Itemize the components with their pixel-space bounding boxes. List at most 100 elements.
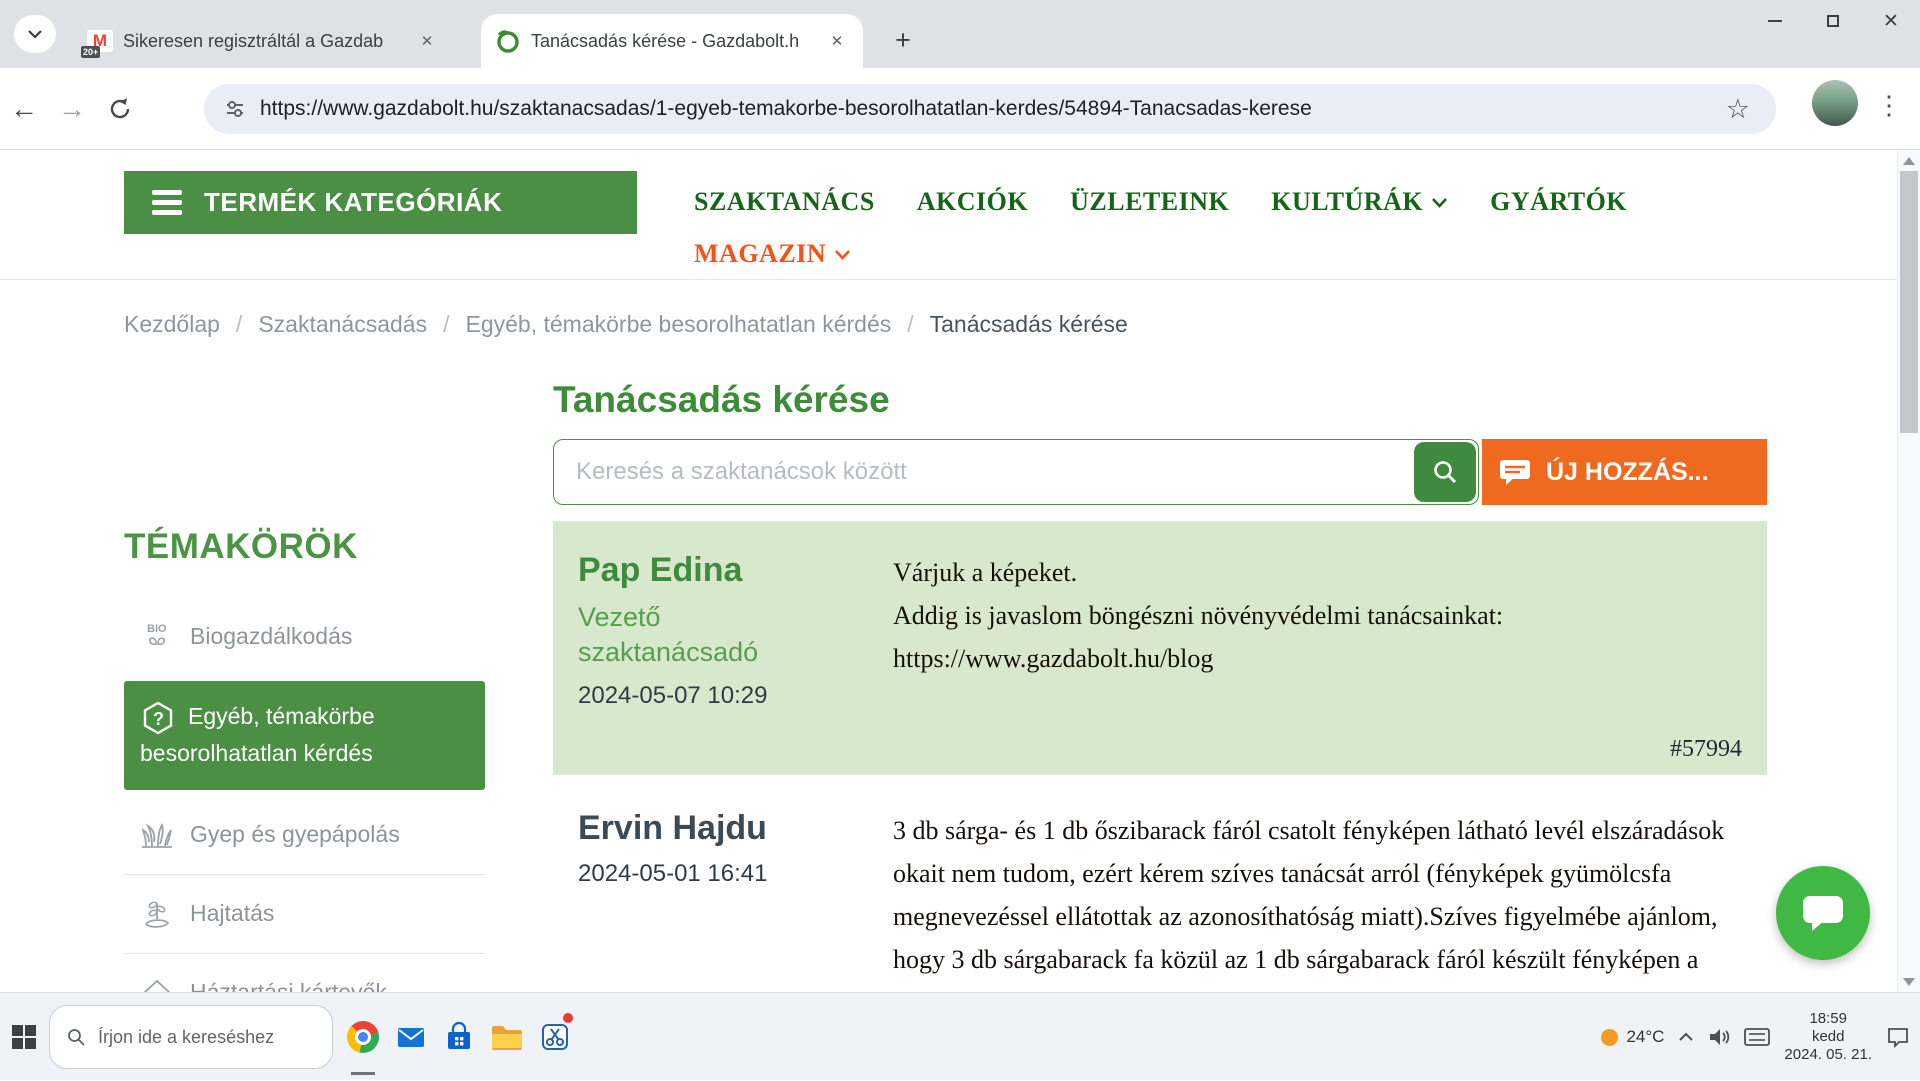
nav-szaktanacs[interactable]: SZAKTANÁCS <box>694 187 875 217</box>
forward-button[interactable]: → <box>48 93 96 125</box>
weather-widget[interactable]: 24°C <box>1601 1027 1664 1047</box>
speaker-icon <box>1708 1027 1730 1047</box>
new-tab-button[interactable]: + <box>885 22 921 58</box>
search-icon <box>66 1027 86 1047</box>
taskbar-search[interactable]: Írjon ide a kereséshez <box>49 1005 333 1069</box>
svg-text:BIO: BIO <box>147 623 167 635</box>
tab-gmail[interactable]: M 20+ Sikeresen regisztráltál a Gazdab ✕ <box>73 14 453 68</box>
advice-search-row: ÚJ HOZZÁS... <box>553 439 1767 505</box>
grass-icon <box>140 818 174 852</box>
post-body: Várjuk a képeket. Addig is javaslom böng… <box>893 551 1729 751</box>
product-categories-button[interactable]: TERMÉK KATEGÓRIÁK <box>124 171 637 234</box>
tab-close-icon[interactable]: ✕ <box>825 29 849 53</box>
bookmark-star-icon[interactable]: ☆ <box>1726 94 1750 125</box>
sidebar-item-haztartasi-kartevok[interactable]: Háztartási kártevők <box>124 960 485 992</box>
new-comment-button[interactable]: ÚJ HOZZÁS... <box>1482 439 1767 505</box>
nav-magazin[interactable]: MAGAZIN <box>694 239 851 269</box>
keyboard-icon <box>1744 1028 1770 1046</box>
tab-close-icon[interactable]: ✕ <box>415 29 439 53</box>
action-center-button[interactable] <box>1886 1025 1910 1049</box>
windows-taskbar: Írjon ide a kereséshez <box>0 992 1920 1080</box>
taskbar-clock[interactable]: 18:59 kedd 2024. 05. 21. <box>1784 1010 1872 1064</box>
nav-akciok[interactable]: AKCIÓK <box>917 187 1028 217</box>
maximize-button[interactable] <box>1804 0 1862 42</box>
touch-keyboard-tray-icon[interactable] <box>1744 1028 1770 1046</box>
live-chat-fab[interactable] <box>1776 866 1870 960</box>
nav-kulturak[interactable]: KULTÚRÁK <box>1271 187 1448 217</box>
nav-uzleteink[interactable]: ÜZLETEINK <box>1070 187 1229 217</box>
page-scrollbar[interactable] <box>1897 151 1920 992</box>
post-author[interactable]: Pap Edina <box>578 551 893 590</box>
question-hexagon-icon: ? <box>140 700 176 736</box>
post-date: 2024-05-07 10:29 <box>578 682 893 710</box>
advice-search-input[interactable] <box>553 439 1479 505</box>
sidebar-item-hajtatas[interactable]: Hajtatás <box>124 881 485 947</box>
nav-gyartok[interactable]: GYÁRTÓK <box>1490 187 1627 217</box>
post-user-question: Ervin Hajdu 2024-05-01 16:41 3 db sárga-… <box>553 779 1767 992</box>
tab-title: Tanácsadás kérése - Gazdabolt.h <box>531 31 815 52</box>
tab-gazdabolt[interactable]: Tanácsadás kérése - Gazdabolt.h ✕ <box>481 14 863 68</box>
reload-button[interactable] <box>96 96 144 122</box>
site-header: TERMÉK KATEGÓRIÁK SZAKTANÁCS AKCIÓK ÜZLE… <box>0 151 1920 280</box>
topics-sidebar: TÉMAKÖRÖK BIO Biogazdálkodás ? Egyéb, té… <box>124 527 485 992</box>
file-explorer-taskbar-icon[interactable] <box>483 993 531 1081</box>
gmail-icon: M 20+ <box>87 30 113 52</box>
chrome-taskbar-icon[interactable] <box>339 993 387 1081</box>
post-date: 2024-05-01 16:41 <box>578 860 893 888</box>
snipping-tool-taskbar-icon[interactable] <box>531 993 579 1081</box>
volume-tray-icon[interactable] <box>1708 1027 1730 1047</box>
scroll-up-arrow[interactable] <box>1903 157 1915 165</box>
sidebar-item-biogazdalkodas[interactable]: BIO Biogazdálkodás <box>124 603 485 669</box>
tray-expand-chevron[interactable] <box>1678 1032 1694 1042</box>
windows-logo-icon <box>12 1025 36 1049</box>
taskbar-search-placeholder: Írjon ide a kereséshez <box>98 1027 274 1048</box>
post-author[interactable]: Ervin Hajdu <box>578 809 893 848</box>
advice-search-button[interactable] <box>1414 442 1476 502</box>
breadcrumb: Kezdőlap / Szaktanácsadás / Egyéb, témak… <box>124 311 1128 338</box>
close-button[interactable]: ✕ <box>1862 0 1920 42</box>
mail-taskbar-icon[interactable] <box>387 993 435 1081</box>
clock-date: 2024. 05. 21. <box>1784 1046 1872 1064</box>
svg-text:?: ? <box>153 709 164 729</box>
sidebar-item-egyeb-active[interactable]: ? Egyéb, témakörbe besorolhatatlan kérdé… <box>124 681 485 790</box>
breadcrumb-szaktanacsadas[interactable]: Szaktanácsadás <box>258 311 427 338</box>
taskbar-app-icons <box>339 993 579 1081</box>
minimize-button[interactable] <box>1746 0 1804 42</box>
chevron-down-icon <box>834 249 851 260</box>
profile-avatar[interactable] <box>1812 80 1858 126</box>
scrollbar-thumb[interactable] <box>1900 171 1918 433</box>
gmail-unread-badge: 20+ <box>81 46 100 58</box>
post-link[interactable]: https://www.gazdabolt.hu/blog <box>893 637 1729 680</box>
post-advisor-reply: Pap Edina Vezető szaktanácsadó 2024-05-0… <box>553 521 1767 775</box>
url-text[interactable]: https://www.gazdabolt.hu/szaktanacsadas/… <box>260 97 1720 121</box>
system-tray: 24°C 18:59 kedd 2024. 05. 21. <box>1601 993 1910 1081</box>
action-center-icon <box>1886 1025 1910 1049</box>
notification-badge <box>563 1013 573 1023</box>
post-meta: Pap Edina Vezető szaktanácsadó 2024-05-0… <box>578 551 893 751</box>
scroll-down-arrow[interactable] <box>1903 978 1915 986</box>
sidebar-item-gyep[interactable]: Gyep és gyepápolás <box>124 802 485 868</box>
house-pest-icon <box>140 976 174 992</box>
store-taskbar-icon[interactable] <box>435 993 483 1081</box>
folder-icon <box>490 1022 524 1052</box>
browser-menu-icon[interactable]: ⋮ <box>1876 90 1902 121</box>
browser-tabstrip: M 20+ Sikeresen regisztráltál a Gazdab ✕… <box>0 0 1920 68</box>
browser-toolbar: ← → https://www.gazdabolt.hu/szaktanacsa… <box>0 68 1920 150</box>
window-controls: ✕ <box>1746 0 1920 42</box>
store-bag-icon <box>443 1021 475 1053</box>
start-button[interactable] <box>0 993 48 1081</box>
gazdabolt-favicon-icon <box>495 28 521 54</box>
breadcrumb-home[interactable]: Kezdőlap <box>124 311 220 338</box>
address-bar[interactable]: https://www.gazdabolt.hu/szaktanacsadas/… <box>204 84 1776 134</box>
reload-icon <box>107 96 133 122</box>
tab-search-button[interactable] <box>14 15 56 53</box>
chat-bubble-icon <box>1498 457 1532 487</box>
breadcrumb-category[interactable]: Egyéb, témakörbe besorolhatatlan kérdés <box>465 311 891 338</box>
post-meta: Ervin Hajdu 2024-05-01 16:41 <box>578 809 893 992</box>
clock-day: kedd <box>1784 1028 1872 1046</box>
sun-icon <box>1601 1029 1618 1046</box>
snipping-tool-icon <box>539 1021 571 1053</box>
back-button[interactable]: ← <box>0 93 48 125</box>
clock-time: 18:59 <box>1784 1010 1872 1028</box>
site-settings-icon[interactable] <box>224 98 246 120</box>
